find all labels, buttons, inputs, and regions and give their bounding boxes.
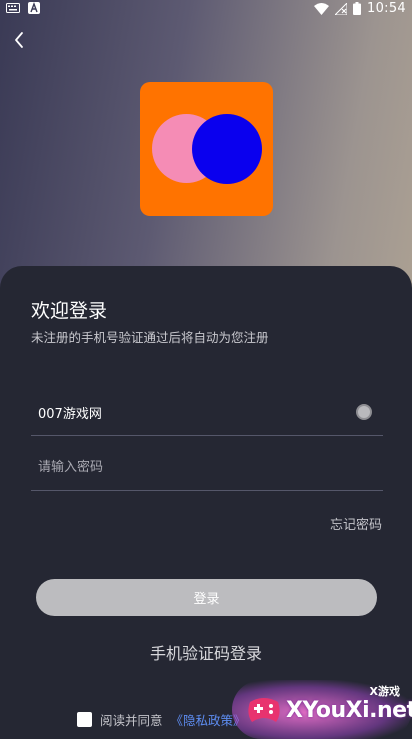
- agree-label: 阅读并同意: [100, 713, 163, 728]
- password-field: [31, 447, 383, 491]
- login-sheet: 欢迎登录 未注册的手机号验证通过后将自动为您注册 忘记密码 登录 手机验证码登录…: [0, 266, 412, 739]
- app-logo: [140, 82, 273, 216]
- watermark-top-text: X游戏: [369, 685, 400, 698]
- watermark-main-text: XYouXi.net: [286, 698, 412, 723]
- wifi-icon: [314, 2, 330, 15]
- chevron-left-icon: [15, 32, 23, 48]
- back-button[interactable]: [8, 28, 32, 52]
- forgot-password-link[interactable]: 忘记密码: [330, 514, 382, 533]
- status-bar: 10:54: [0, 0, 412, 18]
- keyboard-icon: [6, 3, 20, 13]
- watermark: X游戏 XYouXi.net: [232, 680, 412, 739]
- gamepad-icon: [248, 698, 280, 722]
- status-right-icons: 10:54: [314, 1, 406, 16]
- status-time: 10:54: [367, 1, 406, 16]
- battery-icon: [353, 2, 362, 15]
- status-left-icons: [6, 2, 40, 14]
- username-field: [31, 392, 383, 436]
- no-signal-icon: [335, 2, 348, 15]
- sms-login-link[interactable]: 手机验证码登录: [0, 640, 412, 664]
- page-subtitle: 未注册的手机号验证通过后将自动为您注册: [31, 330, 269, 345]
- agreement-row: 阅读并同意 《隐私政策》: [77, 710, 246, 729]
- agree-checkbox[interactable]: [77, 712, 92, 727]
- username-input[interactable]: [38, 392, 338, 432]
- logo-blue-circle: [192, 114, 262, 184]
- page-title: 欢迎登录: [31, 300, 108, 322]
- password-input[interactable]: [38, 447, 338, 487]
- login-button[interactable]: 登录: [36, 579, 377, 616]
- android-a-icon: [28, 2, 40, 14]
- clear-input-icon[interactable]: [356, 404, 372, 420]
